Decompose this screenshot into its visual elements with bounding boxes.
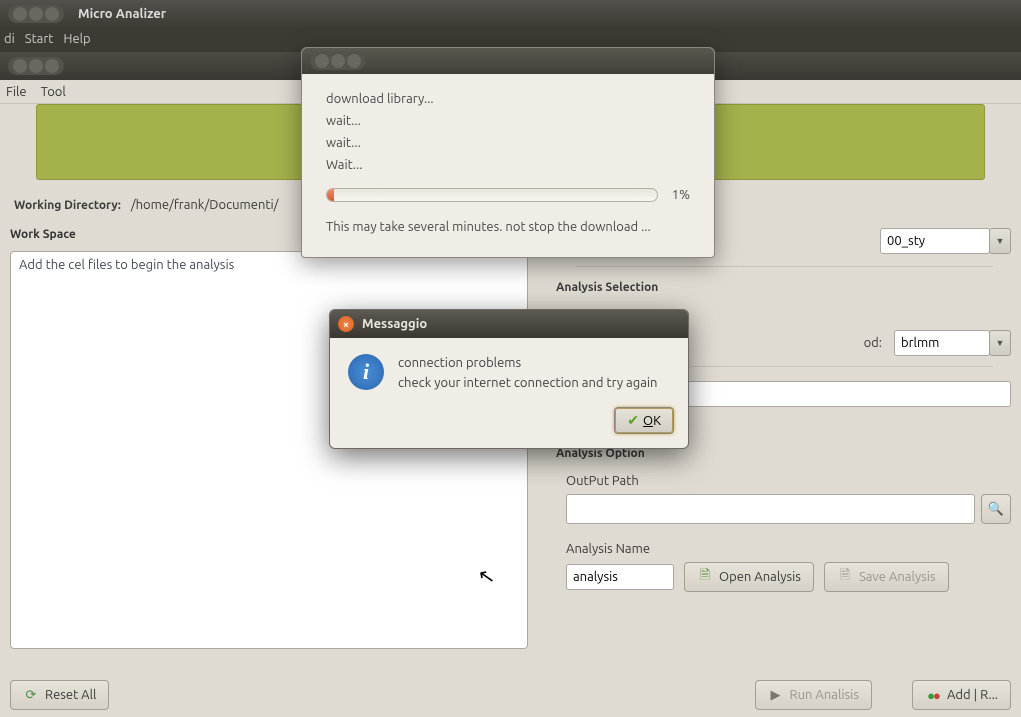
progress-bar-fill xyxy=(327,189,334,201)
maximize-icon[interactable] xyxy=(45,59,59,73)
progress-window-controls[interactable] xyxy=(310,52,366,70)
menu-file[interactable]: File xyxy=(6,85,27,99)
analysis-name-input[interactable] xyxy=(566,564,674,590)
output-path-label: OutPut Path xyxy=(566,474,1011,488)
reset-all-label: Reset All xyxy=(45,688,96,702)
close-icon[interactable] xyxy=(13,7,27,21)
method-label: od: xyxy=(790,336,882,350)
working-directory-value: /home/frank/Documenti/ xyxy=(131,198,279,212)
add-remove-label: Add | R... xyxy=(947,688,998,702)
analysis-selection-title: Analysis Selection xyxy=(556,281,1011,294)
browse-output-button[interactable]: 🔍 xyxy=(981,494,1011,524)
chip-select[interactable]: ▼ xyxy=(880,228,1011,254)
refresh-icon: ⟳ xyxy=(23,687,39,703)
message-dialog: × Messaggio i connection problems check … xyxy=(329,309,689,449)
run-analysis-label: Run Analisis xyxy=(790,688,860,702)
parent-menu-help[interactable]: Help xyxy=(63,32,90,46)
ok-label: OK xyxy=(643,414,661,428)
working-directory-label: Working Directory: xyxy=(14,199,121,212)
add-remove-button[interactable]: ●● Add | R... xyxy=(912,680,1011,710)
message-title: Messaggio xyxy=(362,317,427,331)
info-icon: i xyxy=(348,354,384,390)
progress-note: This may take several minutes. not stop … xyxy=(326,216,690,238)
chevron-down-icon[interactable]: ▼ xyxy=(989,330,1011,356)
maximize-icon[interactable] xyxy=(45,7,59,21)
workspace-placeholder: Add the cel files to begin the analysis xyxy=(19,258,234,272)
message-line-1: connection problems xyxy=(398,354,657,374)
close-icon[interactable] xyxy=(13,59,27,73)
message-line-2: check your internet connection and try a… xyxy=(398,374,657,394)
run-analysis-button[interactable]: ▶ Run Analisis xyxy=(755,680,873,710)
progress-line-3: wait... xyxy=(326,132,690,154)
progress-titlebar[interactable] xyxy=(302,48,714,74)
open-analysis-label: Open Analysis xyxy=(719,570,801,584)
check-icon: ✔ xyxy=(627,412,639,429)
save-analysis-label: Save Analysis xyxy=(859,570,936,584)
search-icon: 🔍 xyxy=(988,502,1004,517)
parent-window-controls[interactable] xyxy=(8,5,64,23)
message-titlebar[interactable]: × Messaggio xyxy=(330,310,688,338)
document-save-icon: 🗎 xyxy=(837,569,853,585)
app-window-controls[interactable] xyxy=(8,57,64,75)
reset-all-button[interactable]: ⟳ Reset All xyxy=(10,680,109,710)
minimize-icon[interactable] xyxy=(29,59,43,73)
progress-bar xyxy=(326,188,658,202)
command-input[interactable] xyxy=(660,381,1011,407)
save-analysis-button[interactable]: 🗎 Save Analysis xyxy=(824,562,949,592)
close-icon[interactable]: × xyxy=(338,316,354,332)
minimize-icon[interactable] xyxy=(29,7,43,21)
close-icon[interactable] xyxy=(315,54,329,68)
method-select-value[interactable] xyxy=(894,330,990,356)
chip-select-value[interactable] xyxy=(880,228,990,254)
analysis-name-label: Analysis Name xyxy=(566,542,1011,556)
add-remove-icon: ●● xyxy=(925,687,941,703)
menu-tool[interactable]: Tool xyxy=(41,85,66,99)
chevron-down-icon[interactable]: ▼ xyxy=(989,228,1011,254)
minimize-icon[interactable] xyxy=(331,54,345,68)
parent-menu-start[interactable]: Start xyxy=(25,32,54,46)
method-select[interactable]: ▼ xyxy=(894,330,1011,356)
progress-percent: 1% xyxy=(672,184,690,206)
maximize-icon[interactable] xyxy=(347,54,361,68)
open-analysis-button[interactable]: 🗎 Open Analysis xyxy=(684,562,814,592)
parent-window-titlebar: Micro Analizer xyxy=(0,0,1021,28)
parent-window-title: Micro Analizer xyxy=(78,7,166,21)
ok-button[interactable]: ✔ OK xyxy=(614,407,674,434)
parent-menu-prefix: di xyxy=(4,32,15,46)
progress-line-1: download library... xyxy=(326,88,690,110)
play-icon: ▶ xyxy=(768,687,784,703)
divider xyxy=(576,266,993,267)
progress-dialog: download library... wait... wait... Wait… xyxy=(301,47,715,258)
progress-line-2: wait... xyxy=(326,110,690,132)
output-path-input[interactable] xyxy=(566,494,975,524)
progress-line-4: Wait... xyxy=(326,154,690,176)
document-open-icon: 🗎 xyxy=(697,569,713,585)
